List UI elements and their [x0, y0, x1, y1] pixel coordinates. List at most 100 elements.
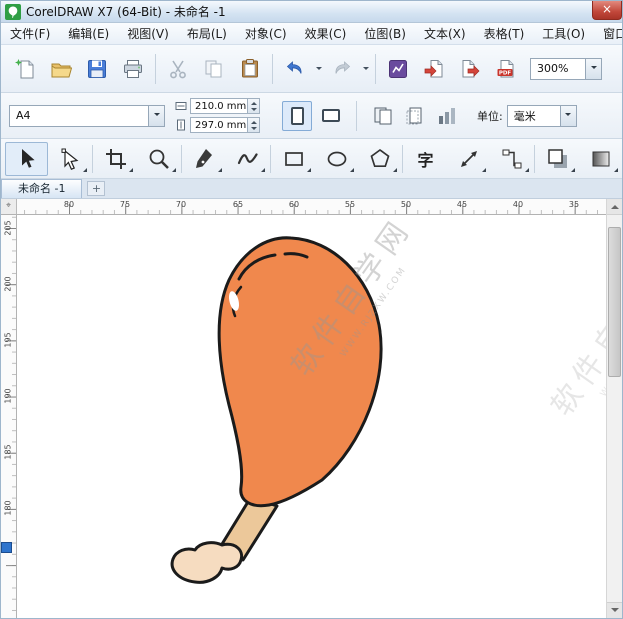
- scroll-down-button[interactable]: [607, 602, 622, 618]
- zoom-level-value: 300%: [537, 62, 568, 75]
- polygon-tool[interactable]: [358, 142, 401, 176]
- drawing-units-button[interactable]: [431, 100, 463, 132]
- ruler-label: 35: [569, 200, 579, 209]
- publish-pdf-button[interactable]: PDF: [488, 51, 524, 87]
- search-content-button[interactable]: [380, 51, 416, 87]
- landscape-icon: [322, 109, 340, 122]
- drumstick-drawing[interactable]: [17, 215, 606, 618]
- connector-tool[interactable]: [490, 142, 533, 176]
- dimension-tool[interactable]: [447, 142, 490, 176]
- menu-item[interactable]: 视图(V): [118, 23, 178, 45]
- coreldraw-window: CorelDRAW X7 (64-Bit) - 未命名 -1 × 文件(F) 编…: [0, 0, 623, 619]
- ruler-label: 65: [233, 200, 243, 209]
- import-button[interactable]: [416, 51, 452, 87]
- ruler-label: 70: [176, 200, 186, 209]
- page-height-stepper[interactable]: [247, 118, 259, 132]
- portrait-button[interactable]: [282, 101, 312, 131]
- horizontal-ruler[interactable]: 80757065605550454035: [17, 199, 606, 215]
- save-button[interactable]: [79, 51, 115, 87]
- new-tab-button[interactable]: +: [87, 181, 105, 196]
- page-height-field[interactable]: 297.0 mm: [190, 117, 260, 133]
- export-button[interactable]: [452, 51, 488, 87]
- ruler-label: 55: [345, 200, 355, 209]
- crop-icon: [104, 147, 128, 171]
- flyout-indicator: [218, 168, 222, 172]
- vertical-ruler[interactable]: 205200195190185180: [1, 215, 17, 618]
- menu-item[interactable]: 表格(T): [475, 23, 534, 45]
- copy-button[interactable]: [196, 51, 232, 87]
- drumstick-bone-knob[interactable]: [172, 543, 241, 583]
- flyout-indicator: [614, 168, 618, 172]
- menu-item[interactable]: 工具(O): [533, 23, 594, 45]
- shape-tool[interactable]: [48, 142, 91, 176]
- pick-arrow-icon: [15, 147, 39, 171]
- ruler-label: 50: [401, 200, 411, 209]
- ruler-origin-corner[interactable]: ⌖: [1, 199, 17, 215]
- zoom-level-select[interactable]: 300%: [530, 58, 602, 80]
- menu-item[interactable]: 文本(X): [415, 23, 475, 45]
- ruler-label: 190: [4, 386, 13, 406]
- apply-current-page-button[interactable]: [399, 100, 431, 132]
- redo-button[interactable]: [324, 51, 360, 87]
- drop-shadow-tool[interactable]: [536, 142, 579, 176]
- toolbox-separator: [402, 145, 403, 173]
- standard-toolbar: PDF 300%: [1, 45, 622, 93]
- text-tool[interactable]: 字: [404, 142, 447, 176]
- menu-item[interactable]: 对象(C): [236, 23, 296, 45]
- drawing-canvas[interactable]: 软件自学网 WWW.RJZXW.COM 软件自学网 WWW.RJZXW.COM: [17, 215, 606, 618]
- ruler-label: 45: [457, 200, 467, 209]
- new-document-button[interactable]: [7, 51, 43, 87]
- menu-item[interactable]: 效果(C): [296, 23, 356, 45]
- freehand-pen-tool[interactable]: [183, 142, 226, 176]
- page-size-select[interactable]: A4: [9, 105, 165, 127]
- ellipse-tool[interactable]: [315, 142, 358, 176]
- menu-item[interactable]: 文件(F): [1, 23, 59, 45]
- apply-all-pages-button[interactable]: [367, 100, 399, 132]
- page-height-value: 297.0 mm: [195, 120, 246, 131]
- zoom-tool[interactable]: [137, 142, 180, 176]
- crop-tool[interactable]: [94, 142, 137, 176]
- menu-item[interactable]: 窗口(W): [594, 23, 623, 45]
- chevron-down-icon[interactable]: [560, 106, 576, 126]
- cut-button[interactable]: [160, 51, 196, 87]
- chevron-down-icon[interactable]: [148, 106, 164, 126]
- shape-arrow-icon: [58, 147, 82, 171]
- undo-dropdown[interactable]: [313, 51, 324, 87]
- document-tab-bar: 未命名 -1 +: [1, 179, 622, 199]
- page-width-stepper[interactable]: [247, 99, 259, 113]
- chevron-down-icon[interactable]: [585, 59, 601, 79]
- scrollbar-thumb[interactable]: [608, 227, 621, 377]
- pen-nib-icon: [193, 147, 217, 171]
- redo-dropdown[interactable]: [360, 51, 371, 87]
- flyout-indicator: [83, 168, 87, 172]
- portrait-icon: [291, 107, 304, 125]
- document-tab[interactable]: 未命名 -1: [1, 179, 82, 198]
- paste-button[interactable]: [232, 51, 268, 87]
- scroll-up-button[interactable]: [607, 199, 622, 215]
- menu-item[interactable]: 布局(L): [178, 23, 236, 45]
- toolbox-separator: [92, 145, 93, 173]
- toolbar-separator: [356, 101, 357, 131]
- rectangle-tool[interactable]: [272, 142, 315, 176]
- artistic-media-tool[interactable]: [226, 142, 269, 176]
- print-button[interactable]: [115, 51, 151, 87]
- open-button[interactable]: [43, 51, 79, 87]
- connector-icon: [500, 147, 524, 171]
- title-bar[interactable]: CorelDRAW X7 (64-Bit) - 未命名 -1 ×: [1, 1, 622, 23]
- close-button[interactable]: ×: [592, 1, 622, 20]
- drumstick-body[interactable]: [219, 238, 381, 506]
- landscape-button[interactable]: [316, 101, 346, 131]
- units-label: 单位:: [477, 108, 503, 124]
- units-value: 毫米: [514, 108, 536, 124]
- page-width-icon: [175, 100, 187, 112]
- undo-button[interactable]: [277, 51, 313, 87]
- ruler-label: 195: [4, 330, 13, 350]
- units-select[interactable]: 毫米: [507, 105, 577, 127]
- menu-item[interactable]: 位图(B): [355, 23, 415, 45]
- vertical-scrollbar[interactable]: [606, 199, 622, 618]
- page-width-field[interactable]: 210.0 mm: [190, 98, 260, 114]
- pick-tool[interactable]: [5, 142, 48, 176]
- transparency-tool[interactable]: [579, 142, 622, 176]
- menu-item[interactable]: 编辑(E): [59, 23, 118, 45]
- magnifier-icon: [147, 147, 171, 171]
